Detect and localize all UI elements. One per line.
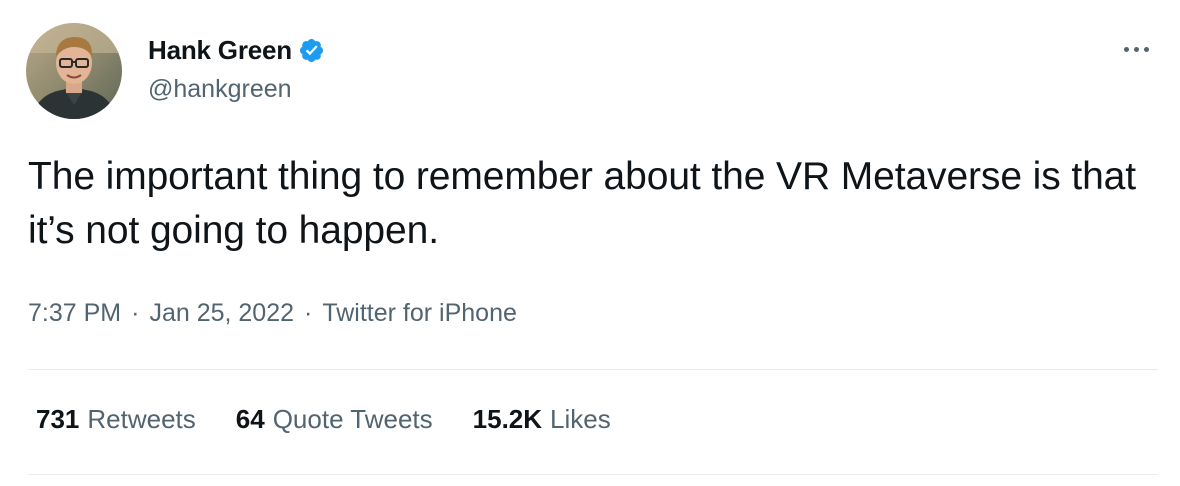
- more-options-icon: [1124, 46, 1149, 52]
- stat-label: Quote Tweets: [272, 404, 433, 434]
- author-display-name[interactable]: Hank Green: [148, 35, 292, 66]
- divider: [28, 369, 1158, 370]
- stat-quote-tweets[interactable]: 64 Quote Tweets: [236, 404, 433, 435]
- avatar[interactable]: [26, 23, 122, 119]
- verified-badge-icon: [298, 37, 325, 64]
- stat-likes[interactable]: 15.2K Likes: [473, 404, 611, 435]
- meta-separator: ·: [131, 299, 140, 327]
- tweet-time-link[interactable]: 7:37 PM: [28, 299, 121, 328]
- stat-count: 15.2K: [472, 404, 543, 434]
- tweet-text: The important thing to remember about th…: [28, 155, 1137, 252]
- stat-label: Retweets: [87, 404, 196, 434]
- author-handle[interactable]: @hankgreen: [148, 75, 292, 104]
- tweet-date-link[interactable]: Jan 25, 2022: [149, 299, 294, 328]
- tweet-card: Hank Green @hankgreen The important thin…: [0, 0, 1180, 486]
- tweet-meta: 7:37 PM · Jan 25, 2022 · Twitter for iPh…: [28, 299, 517, 328]
- stat-count: 731: [36, 404, 80, 434]
- stat-label: Likes: [550, 404, 611, 434]
- meta-separator: ·: [304, 299, 313, 327]
- stat-retweets[interactable]: 731 Retweets: [36, 404, 196, 435]
- tweet-source-link[interactable]: Twitter for iPhone: [322, 299, 517, 328]
- more-options-button[interactable]: [1118, 38, 1154, 60]
- stat-count: 64: [235, 404, 265, 434]
- divider: [28, 474, 1158, 475]
- author-name-row: Hank Green: [148, 33, 325, 67]
- tweet-stats: 731 Retweets 64 Quote Tweets 15.2K Likes: [36, 404, 651, 435]
